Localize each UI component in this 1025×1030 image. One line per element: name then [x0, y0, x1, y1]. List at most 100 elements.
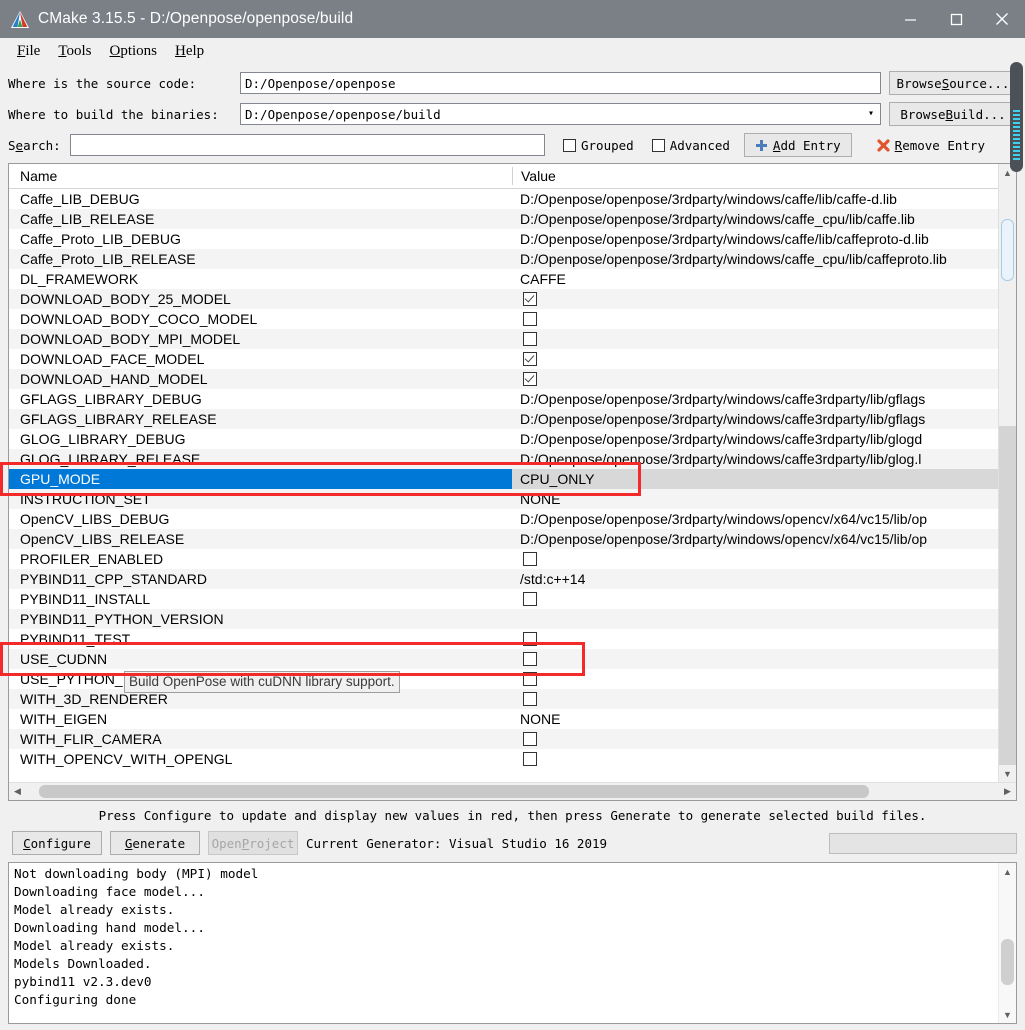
table-row[interactable]: Caffe_LIB_RELEASE D:/Openpose/openpose/3r… [9, 209, 998, 229]
table-row[interactable]: GFLAGS_LIBRARY_RELEASE D:/Openpose/openpo… [9, 409, 998, 429]
value-checkbox[interactable] [523, 352, 537, 366]
grouped-checkbox[interactable]: Grouped [563, 138, 634, 153]
table-horizontal-scrollbar[interactable]: ◀ ▶ [9, 782, 1016, 800]
table-row[interactable]: DOWNLOAD_FACE_MODEL [9, 349, 998, 369]
value-checkbox[interactable] [523, 732, 537, 746]
advanced-checkbox-box[interactable] [651, 138, 665, 152]
cell-value[interactable]: D:/Openpose/openpose/3rdparty/windows/ca… [512, 189, 998, 209]
value-checkbox[interactable] [523, 632, 537, 646]
cell-value[interactable]: CPU_ONLY [512, 469, 998, 489]
table-row[interactable]: Caffe_Proto_LIB_DEBUG D:/Openpose/openpos… [9, 229, 998, 249]
source-input[interactable]: D:/Openpose/openpose [240, 72, 881, 94]
log-vscroll-thumb[interactable] [1001, 939, 1014, 985]
table-row[interactable]: PYBIND11_PYTHON_VERSION [9, 609, 998, 629]
table-row[interactable]: WITH_EIGEN NONE [9, 709, 998, 729]
cell-value[interactable] [512, 309, 998, 329]
cell-value[interactable]: D:/Openpose/openpose/3rdparty/windows/ca… [512, 209, 998, 229]
table-row[interactable]: PYBIND11_INSTALL [9, 589, 998, 609]
cell-value[interactable]: NONE [512, 489, 998, 509]
cell-value[interactable]: D:/Openpose/openpose/3rdparty/windows/op… [512, 529, 998, 549]
grouped-checkbox-box[interactable] [563, 138, 576, 152]
table-row[interactable]: DOWNLOAD_HAND_MODEL [9, 369, 998, 389]
cell-value[interactable] [512, 349, 998, 369]
cell-value[interactable]: D:/Openpose/openpose/3rdparty/windows/ca… [512, 249, 998, 269]
search-input[interactable] [70, 134, 545, 156]
table-row[interactable]: DOWNLOAD_BODY_COCO_MODEL [9, 309, 998, 329]
table-row[interactable]: GLOG_LIBRARY_RELEASE D:/Openpose/openpose… [9, 449, 998, 469]
table-row[interactable]: DL_FRAMEWORK CAFFE [9, 269, 998, 289]
cell-value[interactable] [512, 689, 998, 709]
value-checkbox[interactable] [523, 292, 537, 306]
configure-button[interactable]: Configure [12, 831, 102, 855]
vscroll-lower-track[interactable] [999, 426, 1016, 765]
cell-value[interactable]: /std:c++14 [512, 569, 998, 589]
column-header-value[interactable]: Value [513, 168, 998, 184]
cell-value[interactable]: D:/Openpose/openpose/3rdparty/windows/ca… [512, 229, 998, 249]
table-row[interactable]: OpenCV_LIBS_DEBUG D:/Openpose/openpose/3r… [9, 509, 998, 529]
table-row[interactable]: USE_CUDNN [9, 649, 998, 669]
cell-value[interactable]: D:/Openpose/openpose/3rdparty/windows/op… [512, 509, 998, 529]
hscroll-thumb[interactable] [39, 785, 869, 798]
log-scroll-up-icon[interactable]: ▲ [999, 863, 1016, 880]
cell-value[interactable] [512, 649, 998, 669]
table-row[interactable]: Caffe_LIB_DEBUG D:/Openpose/openpose/3rdp… [9, 189, 998, 209]
generate-button[interactable]: Generate [110, 831, 200, 855]
table-row[interactable]: GPU_MODE CPU_ONLY [9, 469, 998, 489]
table-row[interactable]: GFLAGS_LIBRARY_DEBUG D:/Openpose/openpose… [9, 389, 998, 409]
browse-source-button[interactable]: Browse Source... [889, 71, 1017, 95]
cell-value[interactable]: D:/Openpose/openpose/3rdparty/windows/ca… [512, 389, 998, 409]
value-checkbox[interactable] [523, 692, 537, 706]
cell-value[interactable] [512, 729, 998, 749]
table-row[interactable]: WITH_FLIR_CAMERA [9, 729, 998, 749]
scroll-down-icon[interactable]: ▼ [999, 765, 1016, 782]
cell-value[interactable] [512, 669, 998, 689]
menu-file[interactable]: File [8, 41, 49, 62]
column-header-name[interactable]: Name [9, 168, 512, 184]
value-checkbox[interactable] [523, 332, 537, 346]
value-checkbox[interactable] [523, 312, 537, 326]
cell-value[interactable]: CAFFE [512, 269, 998, 289]
table-row[interactable]: WITH_OPENCV_WITH_OPENGL [9, 749, 998, 769]
browse-build-button[interactable]: Browse Build... [889, 102, 1017, 126]
table-row[interactable]: PROFILER_ENABLED [9, 549, 998, 569]
close-icon[interactable] [979, 0, 1025, 38]
maximize-icon[interactable] [933, 0, 979, 38]
table-row[interactable]: PYBIND11_TEST [9, 629, 998, 649]
chevron-down-icon[interactable]: ▾ [868, 109, 874, 119]
value-checkbox[interactable] [523, 372, 537, 386]
log-vertical-scrollbar[interactable]: ▲ ▼ [998, 863, 1016, 1023]
table-vertical-scrollbar[interactable]: ▲ ▼ [998, 164, 1016, 782]
cell-value[interactable]: D:/Openpose/openpose/3rdparty/windows/ca… [512, 409, 998, 429]
log-scroll-down-icon[interactable]: ▼ [999, 1006, 1016, 1023]
table-row[interactable]: Caffe_Proto_LIB_RELEASE D:/Openpose/openp… [9, 249, 998, 269]
cell-value[interactable] [512, 609, 998, 629]
cell-value[interactable] [512, 629, 998, 649]
menu-help[interactable]: Help [166, 41, 213, 62]
value-checkbox[interactable] [523, 752, 537, 766]
vscroll-thumb[interactable] [1001, 219, 1014, 281]
table-row[interactable]: DOWNLOAD_BODY_MPI_MODEL [9, 329, 998, 349]
menu-tools[interactable]: Tools [49, 41, 100, 62]
table-row[interactable]: GLOG_LIBRARY_DEBUG D:/Openpose/openpose/3… [9, 429, 998, 449]
add-entry-button[interactable]: Add Entry [743, 133, 852, 157]
value-checkbox[interactable] [523, 552, 537, 566]
cell-value[interactable] [512, 289, 998, 309]
cell-value[interactable] [512, 369, 998, 389]
vscroll-track[interactable] [999, 181, 1016, 765]
value-checkbox[interactable] [523, 672, 537, 686]
cell-value[interactable] [512, 749, 998, 769]
build-input[interactable]: D:/Openpose/openpose/build ▾ [240, 103, 881, 125]
cell-value[interactable] [512, 329, 998, 349]
table-row[interactable]: DOWNLOAD_BODY_25_MODEL [9, 289, 998, 309]
table-row[interactable]: INSTRUCTION_SET NONE [9, 489, 998, 509]
hscroll-track[interactable] [26, 783, 999, 800]
menu-options[interactable]: Options [100, 41, 166, 62]
table-row[interactable]: PYBIND11_CPP_STANDARD/std:c++14 [9, 569, 998, 589]
table-row[interactable]: OpenCV_LIBS_RELEASE D:/Openpose/openpose/… [9, 529, 998, 549]
window-edge-scrollbar[interactable] [1010, 62, 1023, 172]
output-log-text[interactable]: Not downloading body (MPI) model Download… [9, 863, 998, 1023]
value-checkbox[interactable] [523, 652, 537, 666]
cell-value[interactable]: D:/Openpose/openpose/3rdparty/windows/ca… [512, 449, 998, 469]
scroll-right-icon[interactable]: ▶ [999, 783, 1016, 800]
minimize-icon[interactable] [887, 0, 933, 38]
